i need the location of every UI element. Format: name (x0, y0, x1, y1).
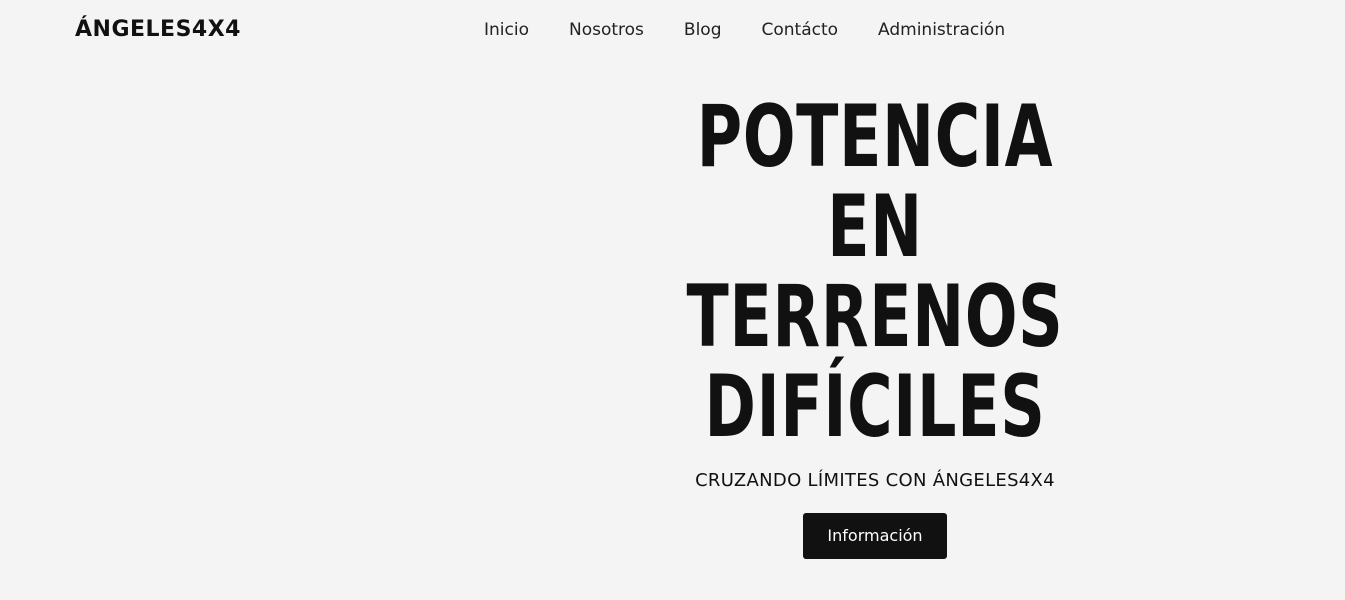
nav-item-blog: Blog (684, 18, 722, 42)
hero-title-line: POTENCIA (696, 87, 1054, 187)
nav-link-contacto[interactable]: Contácto (761, 18, 838, 42)
hero-title: POTENCIA EN TERRENOS DIFÍCILES (677, 92, 1073, 452)
nav-link-blog[interactable]: Blog (684, 18, 722, 42)
hero-section: POTENCIA EN TERRENOS DIFÍCILES CRUZANDO … (600, 92, 1150, 559)
hero-title-line: TERRENOS (686, 267, 1064, 367)
nav-item-contacto: Contácto (761, 18, 838, 42)
hero-subtitle: CRUZANDO LÍMITES CON ÁNGELES4X4 (695, 470, 1055, 491)
hero-title-line: DIFÍCILES (704, 357, 1046, 457)
nav-link-administracion[interactable]: Administración (878, 18, 1005, 42)
site-logo[interactable]: ÁNGELES4X4 (75, 15, 241, 45)
main-nav: Inicio Nosotros Blog Contácto Administra… (484, 18, 1005, 42)
hero-title-line: EN (827, 177, 923, 277)
nav-item-nosotros: Nosotros (569, 18, 644, 42)
nav-item-administracion: Administración (878, 18, 1005, 42)
nav-item-inicio: Inicio (484, 18, 529, 42)
nav-link-inicio[interactable]: Inicio (484, 18, 529, 42)
page: ÁNGELES4X4 Inicio Nosotros Blog Contácto… (0, 0, 1345, 600)
info-button[interactable]: Información (803, 513, 947, 559)
nav-link-nosotros[interactable]: Nosotros (569, 18, 644, 42)
